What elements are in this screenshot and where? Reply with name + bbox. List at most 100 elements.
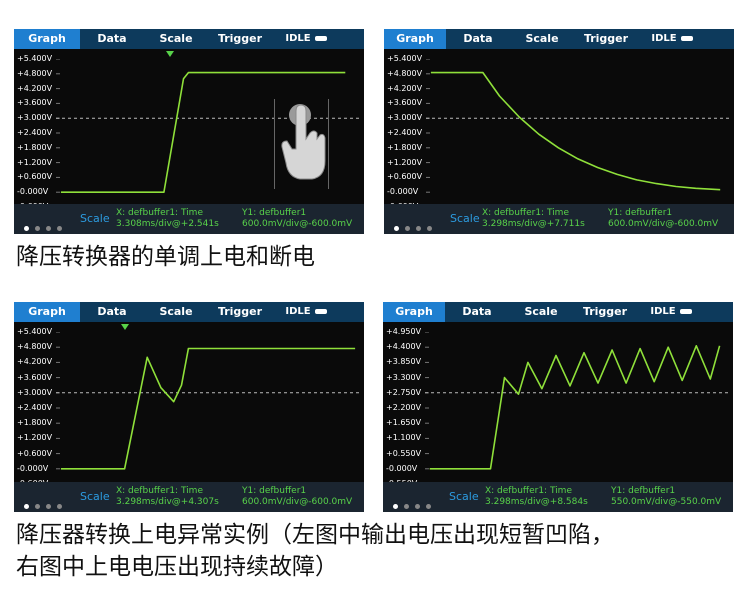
tab-trigger[interactable]: Trigger (574, 29, 638, 49)
waveform-trace (430, 71, 721, 191)
y-tick-label: +5.400V (17, 54, 53, 63)
y-tick-label: +3.300V (386, 372, 422, 382)
idle-status: IDLE (641, 302, 701, 322)
status-bar: Scale X: defbuffer1: Time 3.298ms/div@+8… (383, 482, 733, 512)
idle-battery-icon (314, 308, 327, 314)
y-tick-label: +0.600V (387, 172, 423, 182)
y-tick-label: +5.400V (387, 54, 423, 63)
tab-data[interactable]: Data (445, 302, 509, 322)
y-tick-label: +1.200V (17, 433, 53, 443)
tab-trigger[interactable]: Trigger (208, 302, 272, 322)
y-axis-label: Y1: defbuffer1 (242, 208, 307, 218)
y-tick-label: +0.550V (386, 448, 422, 458)
waveform-svg (56, 332, 360, 484)
status-bar: Scale X: defbuffer1: Time 3.308ms/div@+2… (14, 204, 364, 234)
y-tick-label: -0.000V (386, 463, 418, 473)
y-tick-label: +4.200V (17, 357, 53, 367)
idle-label: IDLE (285, 306, 311, 317)
idle-status: IDLE (642, 29, 702, 49)
y-tick-label: +2.200V (386, 403, 422, 412)
y-tick-label: +1.800V (17, 418, 53, 428)
idle-battery-icon (679, 308, 692, 314)
y-tick-label: +2.400V (17, 128, 53, 137)
y-tick-label: +3.000V (17, 387, 53, 397)
scale-label[interactable]: Scale (80, 490, 110, 503)
scale-label[interactable]: Scale (449, 490, 479, 503)
y-tick-label: +0.600V (17, 172, 53, 182)
y-tick-label: +4.800V (387, 68, 423, 78)
x-axis-label: X: defbuffer1: Time (116, 486, 203, 496)
tab-scale[interactable]: Scale (144, 29, 208, 49)
page-dots[interactable] (24, 494, 68, 512)
scale-label[interactable]: Scale (450, 212, 480, 225)
tab-bar: Graph Data Scale Trigger IDLE (14, 29, 364, 49)
waveform-trace (60, 347, 356, 470)
page-dots[interactable] (393, 494, 437, 512)
tab-bar: Graph Data Scale Trigger IDLE (14, 302, 364, 322)
x-axis-scale: 3.298ms/div@+7.711s (482, 219, 585, 229)
plot-area[interactable] (56, 332, 360, 484)
tab-bar: Graph Data Scale Trigger IDLE (383, 302, 733, 322)
tab-scale[interactable]: Scale (509, 302, 573, 322)
waveform-svg (425, 332, 729, 484)
plot-area[interactable] (426, 59, 730, 207)
tab-graph[interactable]: Graph (383, 302, 445, 322)
status-bar: Scale X: defbuffer1: Time 3.298ms/div@+7… (384, 204, 734, 234)
idle-status: IDLE (276, 29, 336, 49)
y-tick-label: +3.850V (386, 357, 422, 367)
tab-graph[interactable]: Graph (384, 29, 446, 49)
caption-top: 降压转换器的单调上电和断电 (16, 244, 315, 270)
scale-label[interactable]: Scale (80, 212, 110, 225)
idle-label: IDLE (285, 33, 311, 44)
tab-trigger[interactable]: Trigger (208, 29, 272, 49)
plot-area[interactable] (425, 332, 729, 484)
tab-bar: Graph Data Scale Trigger IDLE (384, 29, 734, 49)
y-tick-label: +2.400V (17, 403, 53, 412)
tab-trigger[interactable]: Trigger (573, 302, 637, 322)
caption-bottom-line2: 右图中上电电压出现持续故障） (16, 554, 338, 580)
y-tick-label: -0.000V (17, 463, 49, 473)
x-axis-scale: 3.308ms/div@+2.541s (116, 219, 219, 229)
y-axis-label: Y1: defbuffer1 (611, 486, 676, 496)
y-tick-label: +0.600V (17, 448, 53, 458)
y-tick-label: +4.400V (386, 342, 422, 352)
y-tick-label: +3.600V (17, 98, 53, 108)
y-tick-label: +4.800V (17, 342, 53, 352)
page-dots[interactable] (394, 216, 438, 234)
tab-data[interactable]: Data (80, 29, 144, 49)
status-bar: Scale X: defbuffer1: Time 3.298ms/div@+4… (14, 482, 364, 512)
idle-status: IDLE (276, 302, 336, 322)
waveform-trace (429, 345, 721, 470)
y-tick-label: +4.800V (17, 68, 53, 78)
tab-graph[interactable]: Graph (14, 29, 80, 49)
x-axis-scale: 3.298ms/div@+8.584s (485, 497, 588, 507)
y-tick-label: +1.800V (387, 142, 423, 152)
y-tick-label: +4.950V (386, 327, 422, 336)
y-axis-scale: 600.0mV/div@-600.0mV (608, 219, 719, 229)
hand-pointer-icon (274, 99, 329, 189)
y-axis-scale: 550.0mV/div@-550.0mV (611, 497, 722, 507)
trigger-marker (166, 51, 174, 57)
x-axis-label: X: defbuffer1: Time (482, 208, 569, 218)
y-tick-label: +2.400V (387, 128, 423, 137)
idle-battery-icon (314, 35, 327, 41)
waveform-svg (426, 59, 730, 207)
y-tick-label: +4.200V (387, 83, 423, 93)
tab-scale[interactable]: Scale (144, 302, 208, 322)
tab-data[interactable]: Data (80, 302, 144, 322)
y-tick-label: +3.000V (387, 113, 423, 123)
caption-bottom-line1: 降压器转换上电异常实例（左图中输出电压出现短暂凹陷， (16, 522, 614, 548)
idle-label: IDLE (650, 306, 676, 317)
idle-battery-icon (680, 35, 693, 41)
tab-scale[interactable]: Scale (510, 29, 574, 49)
scope-panel-2: Graph Data Scale Trigger IDLE +5.400V +4.… (384, 29, 734, 234)
y-tick-label: +5.400V (17, 327, 53, 336)
scope-panel-3: Graph Data Scale Trigger IDLE +5.400V +4.… (14, 302, 364, 512)
page-dots[interactable] (24, 216, 68, 234)
x-axis-scale: 3.298ms/div@+4.307s (116, 497, 219, 507)
y-tick-label: +1.100V (386, 433, 422, 443)
tab-data[interactable]: Data (446, 29, 510, 49)
y-axis-label: Y1: defbuffer1 (608, 208, 673, 218)
y-tick-label: +4.200V (17, 83, 53, 93)
tab-graph[interactable]: Graph (14, 302, 80, 322)
